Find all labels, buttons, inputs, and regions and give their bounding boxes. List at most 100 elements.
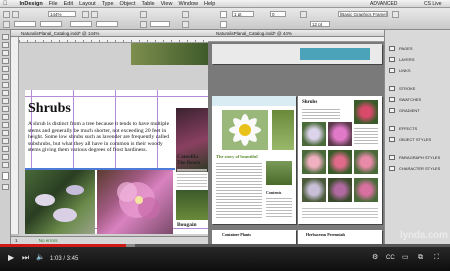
fullscreen-icon[interactable]: ⛶ <box>434 253 439 263</box>
volume-icon[interactable]: 🔈 <box>36 253 45 263</box>
bougain-caption[interactable]: Bougain <box>177 222 197 228</box>
eyedropper-tool-icon[interactable] <box>2 146 9 152</box>
app-name[interactable]: InDesign <box>20 1 43 7</box>
panel-menu-icon[interactable] <box>392 11 399 18</box>
herbaceous-heading[interactable]: Herbaceous Perennials <box>306 232 345 237</box>
panel-object-styles[interactable]: OBJECT STYLES <box>385 135 450 144</box>
upper-spread[interactable] <box>212 44 382 64</box>
line-tool-icon[interactable] <box>2 74 9 80</box>
menu-type[interactable]: Type <box>102 1 114 7</box>
page-tool-icon[interactable] <box>2 50 9 56</box>
view-mode-icon[interactable] <box>2 184 9 190</box>
progress-track[interactable] <box>0 244 450 247</box>
zoom-field[interactable]: 144% <box>48 11 76 17</box>
scissors-tool-icon[interactable] <box>2 114 9 120</box>
camellia-caption[interactable]: Camellia <box>177 154 198 160</box>
container-plants-heading[interactable]: Container Plants <box>222 232 251 237</box>
screen-mode-icon[interactable] <box>91 11 98 18</box>
panel-layers[interactable]: LAYERS <box>385 55 450 64</box>
fill-swatch-icon[interactable] <box>220 11 227 18</box>
corner-field[interactable]: 12 pt <box>310 21 330 27</box>
menu-window[interactable]: Window <box>178 1 198 7</box>
rectangle-tool-icon[interactable] <box>2 106 9 112</box>
contents-label[interactable]: Contents <box>266 190 281 195</box>
preflight-status[interactable]: No errors <box>39 238 58 243</box>
vertical-ruler[interactable] <box>11 37 19 234</box>
menu-table[interactable]: Table <box>141 1 154 7</box>
fill-stroke-icon[interactable] <box>2 172 9 180</box>
gap-tool-icon[interactable] <box>2 58 9 64</box>
hand-tool-icon[interactable] <box>2 154 9 160</box>
right-document-tab[interactable]: NaturalisPlanal_Catalog.indd* @ 44% <box>208 30 384 37</box>
spread-heading-shrubs[interactable]: Shrubs <box>302 100 317 105</box>
gradient-tool-icon[interactable] <box>2 130 9 136</box>
panel-gradient[interactable]: GRADIENT <box>385 106 450 115</box>
captions-icon[interactable]: CC <box>386 253 395 263</box>
flip-horizontal-icon[interactable] <box>182 11 189 18</box>
left-document-tab[interactable]: NaturalisPlanal_Catalog.indd* @ 144% <box>11 30 208 37</box>
menu-edit[interactable]: Edit <box>64 1 73 7</box>
free-transform-tool-icon[interactable] <box>2 122 9 128</box>
workspace-switcher[interactable]: ADVANCED <box>370 1 397 7</box>
fx-icon[interactable] <box>300 11 307 18</box>
panel-character-styles[interactable]: CHARACTER STYLES <box>385 164 450 173</box>
direct-selection-tool-icon[interactable] <box>2 42 9 48</box>
flip-vertical-icon[interactable] <box>182 21 189 28</box>
apple-icon[interactable]:  <box>3 1 8 7</box>
panel-effects[interactable]: EFFECTS <box>385 124 450 133</box>
story-title[interactable]: The story of beautiful <box>216 154 258 159</box>
x-position-field[interactable] <box>14 21 36 27</box>
menu-file[interactable]: File <box>49 1 58 7</box>
lower-left-page[interactable]: Container Plants <box>212 230 296 244</box>
stroke-swatch-icon[interactable] <box>220 21 227 28</box>
spread-right-page[interactable]: Shrubs <box>298 96 382 224</box>
cs-live-button[interactable]: CS Live <box>424 1 442 7</box>
heading-shrubs[interactable]: Shrubs <box>28 101 71 117</box>
stroke-weight-field[interactable]: 1 pt <box>232 11 254 17</box>
right-ruler[interactable] <box>208 37 384 42</box>
reference-point-icon[interactable] <box>3 21 10 28</box>
panel-pages[interactable]: PAGES <box>385 44 450 53</box>
play-icon[interactable]: ▶ <box>8 253 14 263</box>
popout-icon[interactable]: ⧉ <box>418 253 423 263</box>
theater-mode-icon[interactable]: ▭ <box>402 253 409 263</box>
next-icon[interactable]: ⏭ <box>22 253 29 263</box>
menu-view[interactable]: View <box>161 1 173 7</box>
bridge-icon[interactable] <box>12 11 19 18</box>
pink-flower-photo[interactable] <box>97 170 173 234</box>
left-flower-photo[interactable] <box>25 170 95 234</box>
type-tool-icon[interactable] <box>2 66 9 72</box>
top-image[interactable] <box>131 43 208 65</box>
lower-right-page[interactable]: Herbaceous Perennials <box>298 230 382 244</box>
height-field[interactable] <box>96 21 118 27</box>
opacity-field[interactable]: 0 <box>270 11 286 17</box>
bourn-caption[interactable]: The Bourn <box>177 161 200 166</box>
note-tool-icon[interactable] <box>2 138 9 144</box>
rectangle-frame-tool-icon[interactable] <box>2 98 9 104</box>
rotate-icon[interactable] <box>140 11 147 18</box>
menu-layout[interactable]: Layout <box>79 1 96 7</box>
shear-icon[interactable] <box>140 21 147 28</box>
settings-icon[interactable]: ⚙ <box>372 253 378 263</box>
width-field[interactable] <box>70 21 92 27</box>
selection-tool-icon[interactable] <box>2 34 9 40</box>
panel-stroke[interactable]: STROKE <box>385 84 450 93</box>
object-styles-icon <box>389 137 395 142</box>
panel-swatches[interactable]: SWATCHES <box>385 95 450 104</box>
pencil-tool-icon[interactable] <box>2 90 9 96</box>
menu-help[interactable]: Help <box>204 1 215 7</box>
object-style-field[interactable]: [Basic Graphics Frame] <box>338 11 388 17</box>
y-position-field[interactable] <box>40 21 62 27</box>
panel-paragraph-styles[interactable]: PARAGRAPH STYLES <box>385 153 450 162</box>
pen-tool-icon[interactable] <box>2 82 9 88</box>
view-options-icon[interactable] <box>82 11 89 18</box>
left-status-bar: 1 No errors <box>11 236 208 244</box>
page-number-field[interactable]: 1 <box>15 238 18 243</box>
panel-links[interactable]: LINKS <box>385 66 450 75</box>
zoom-tool-icon[interactable] <box>2 162 9 168</box>
spread-left-page[interactable]: The story of beautiful Contents <box>212 96 296 224</box>
bougain-photo[interactable] <box>176 190 208 220</box>
rotation-field[interactable] <box>150 21 170 27</box>
body-text-frame[interactable]: A shrub is distinct from a tree because … <box>28 121 173 154</box>
menu-object[interactable]: Object <box>120 1 136 7</box>
